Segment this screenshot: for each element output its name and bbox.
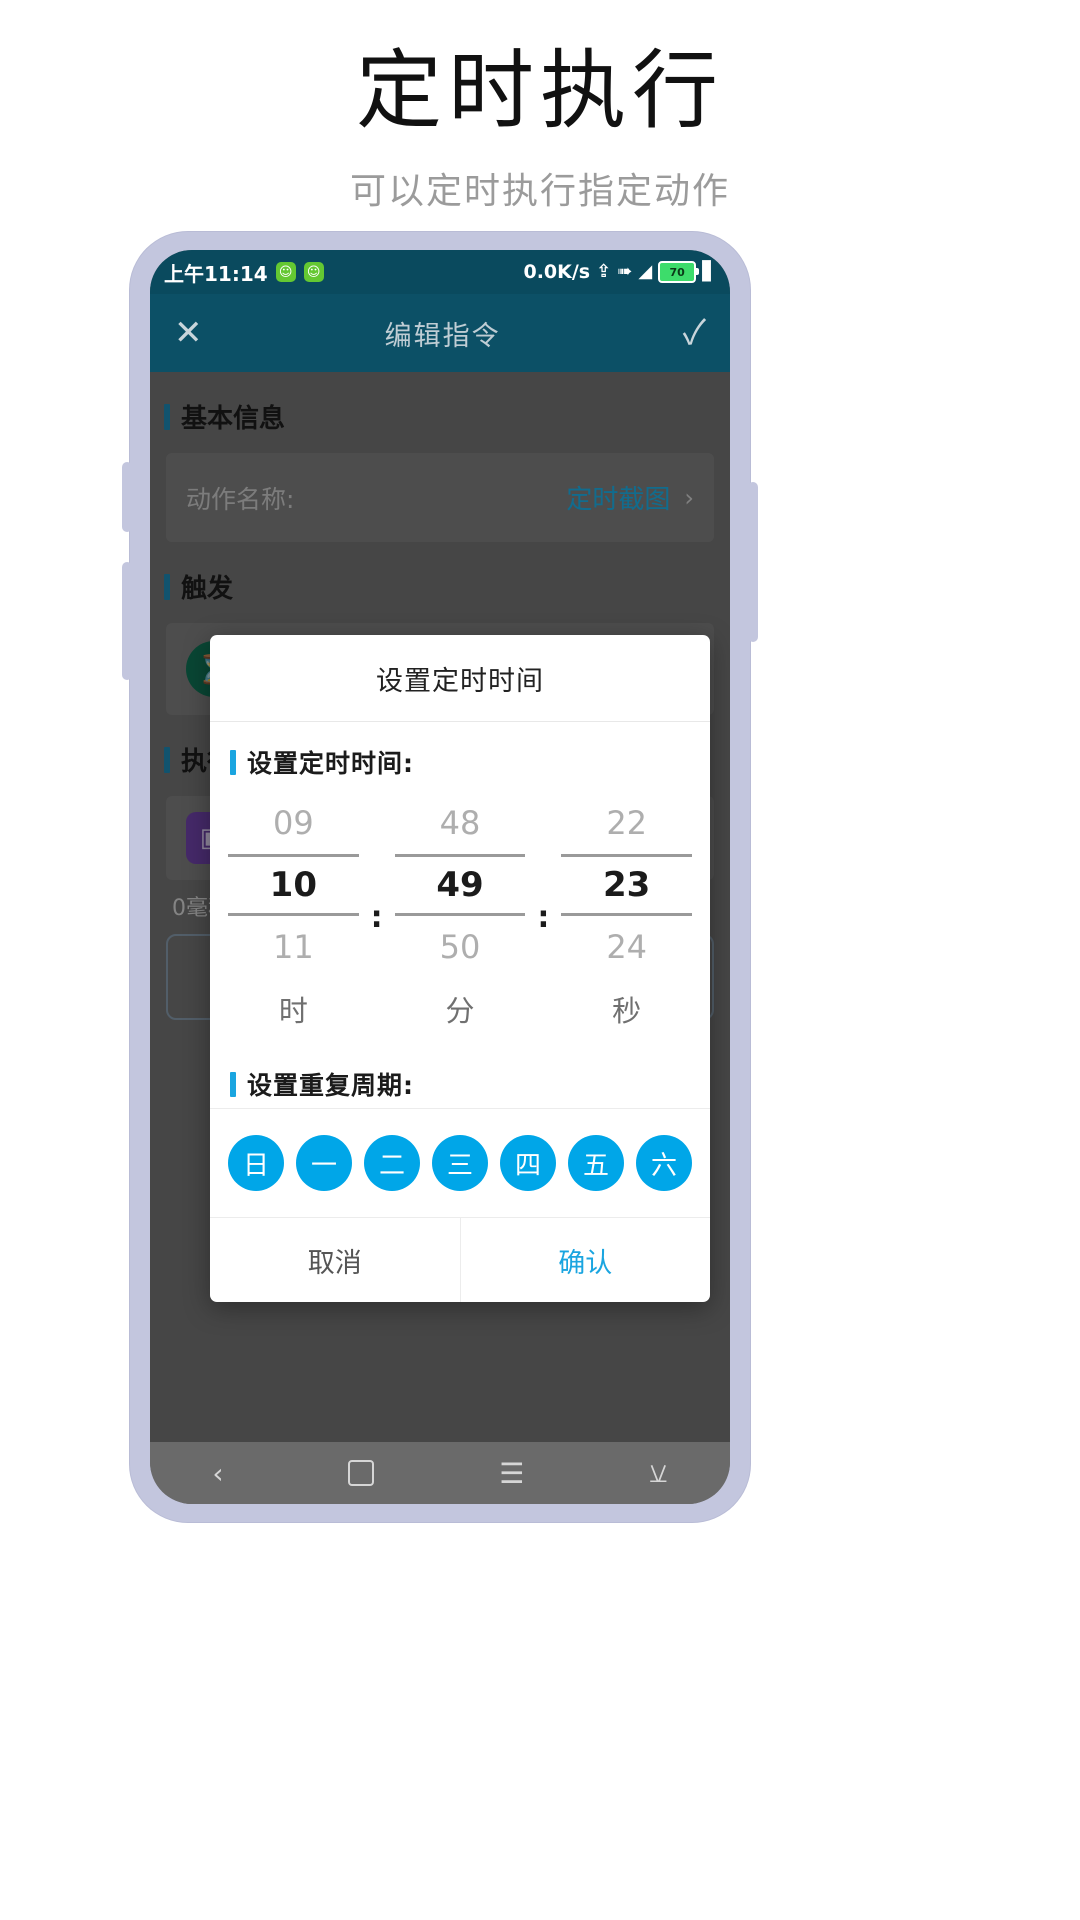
page-subtitle: 可以定时执行指定动作 (349, 171, 730, 213)
bluetooth-icon: ⇪ (596, 261, 612, 282)
second-unit-label: 秒 (612, 994, 642, 1028)
phone-side-button-volume-up (122, 462, 132, 532)
second-prev[interactable]: 22 (561, 792, 692, 854)
signal-icon: ▋ (702, 261, 716, 282)
separator-glyph: : (537, 899, 550, 935)
app-bar-title: 编辑指令 (384, 320, 501, 352)
minute-next[interactable]: 50 (395, 916, 526, 978)
network-speed: 0.0K/s (523, 261, 591, 283)
minute-selected[interactable]: 49 (394, 854, 526, 916)
weekday-thursday[interactable]: 四 (500, 1135, 556, 1191)
minute-wheel[interactable]: 48 49 50 分 (394, 792, 526, 1040)
weekday-wednesday[interactable]: 三 (432, 1135, 488, 1191)
home-icon[interactable] (348, 1460, 375, 1486)
weekday-selector: 日 一 二 三 四 五 六 (210, 1108, 710, 1218)
phone-screen: 上午11:14 ☺ ☺ 0.0K/s ⇪ ➠ ◢ 70 ▋ ✕ 编辑指令 ✓ 基… (150, 250, 730, 1504)
navigation-bar: ‹ ☰ ⚺ (150, 1442, 730, 1504)
confirm-button[interactable]: 确认 (459, 1218, 711, 1302)
page-title: 定时执行 (356, 41, 724, 141)
second-wheel[interactable]: 22 23 24 秒 (561, 792, 693, 1040)
robot-icon: ☺ (275, 262, 296, 282)
minute-unit-label: 分 (445, 994, 475, 1028)
weekday-friday[interactable]: 五 (568, 1135, 624, 1191)
back-icon[interactable]: ‹ (212, 1457, 223, 1490)
cancel-button[interactable]: 取消 (210, 1218, 460, 1302)
wifi-icon: ◢ (638, 261, 653, 282)
hour-selected[interactable]: 10 (228, 854, 359, 916)
app-bar: ✕ 编辑指令 ✓ (150, 294, 730, 372)
phone-mockup: 上午11:14 ☺ ☺ 0.0K/s ⇪ ➠ ◢ 70 ▋ ✕ 编辑指令 ✓ 基… (122, 232, 758, 1522)
phone-side-button-volume-down (122, 562, 132, 680)
time-separator-2: : (525, 792, 561, 1040)
dialog-title: 设置定时时间 (210, 635, 710, 722)
set-timer-dialog: 设置定时时间 设置定时时间: 09 10 11 时 : 48 49 50 分:… (210, 635, 710, 1302)
dialog-actions: 取消 确认 (210, 1218, 710, 1302)
check-icon[interactable]: ✓ (683, 316, 706, 350)
status-bar: 上午11:14 ☺ ☺ 0.0K/s ⇪ ➠ ◢ 70 ▋ (150, 250, 730, 294)
status-time: 上午11:14 (164, 261, 268, 286)
robot-icon: ☺ (303, 262, 324, 282)
dialog-time-section-label: 设置定时时间: (247, 749, 414, 778)
hour-wheel[interactable]: 09 10 11 时 (228, 792, 359, 1040)
second-selected[interactable]: 23 (561, 854, 693, 916)
dialog-repeat-section-header: 设置重复周期: (210, 1044, 710, 1108)
menu-icon[interactable]: ☰ (499, 1457, 524, 1490)
section-accent-bar (230, 749, 236, 775)
phone-side-button-power (748, 482, 758, 642)
battery-level: 70 (669, 265, 685, 279)
weekday-tuesday[interactable]: 二 (364, 1135, 420, 1191)
hour-unit-label: 时 (278, 994, 308, 1028)
status-bar-left: 上午11:14 ☺ ☺ (164, 258, 324, 287)
weekday-monday[interactable]: 一 (296, 1135, 352, 1191)
weekday-sunday[interactable]: 日 (228, 1135, 284, 1191)
airplane-icon: ➠ (617, 261, 633, 282)
dialog-time-section-header: 设置定时时间: (210, 722, 710, 786)
weekday-saturday[interactable]: 六 (636, 1135, 692, 1191)
status-bar-right: 0.0K/s ⇪ ➠ ◢ 70 ▋ (523, 261, 716, 283)
accessibility-icon[interactable]: ⚺ (649, 1456, 668, 1490)
time-picker[interactable]: 09 10 11 时 : 48 49 50 分 : 22 23 24 秒 (210, 786, 710, 1044)
section-accent-bar (230, 1071, 236, 1097)
time-separator-1: : (359, 792, 395, 1040)
battery-icon: 70 (658, 261, 700, 283)
separator-glyph: : (370, 899, 383, 935)
second-next[interactable]: 24 (561, 916, 692, 978)
close-icon[interactable]: ✕ (174, 316, 203, 350)
hour-next[interactable]: 11 (228, 916, 359, 978)
promo-header: 定时执行 可以定时执行指定动作 (0, 0, 1080, 232)
minute-prev[interactable]: 48 (395, 792, 526, 854)
dialog-repeat-section-label: 设置重复周期: (247, 1071, 414, 1100)
hour-prev[interactable]: 09 (228, 792, 359, 854)
